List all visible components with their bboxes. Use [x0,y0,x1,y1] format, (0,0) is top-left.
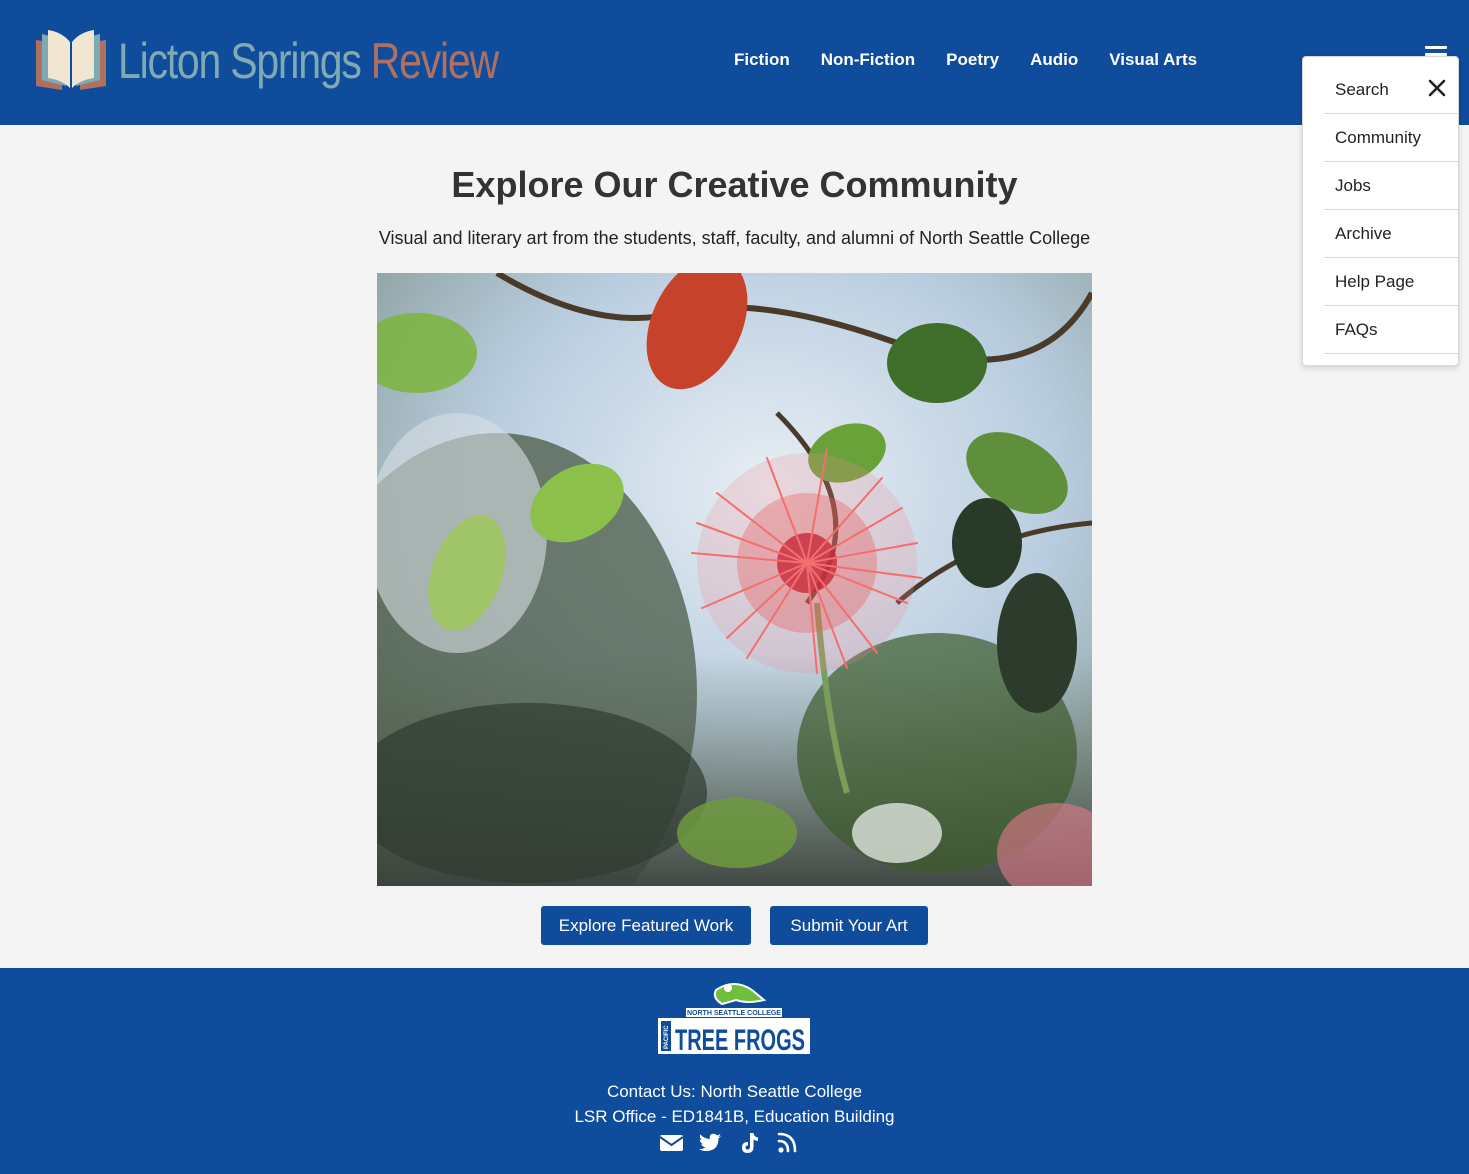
site-header: Licton Springs Review Fiction Non-Fictio… [0,0,1469,125]
rss-icon[interactable] [776,1131,801,1155]
page-title: Explore Our Creative Community [451,164,1018,205]
menu-item-help-page[interactable]: Help Page [1324,258,1458,306]
tree-frogs-logo-side-text: PACIFIC [664,1025,670,1049]
menu-item-label: Search [1335,79,1389,99]
tree-frogs-logo-main-text: TREE FROGS [675,1024,805,1057]
hero-image [377,273,1092,886]
logo-word-review: Review [370,33,499,89]
menu-item-label: Community [1335,127,1421,147]
nav-non-fiction[interactable]: Non-Fiction [821,50,915,70]
close-icon[interactable] [1428,79,1446,97]
contact-line-1: Contact Us: North Seattle College [606,1082,863,1101]
twitter-icon[interactable] [698,1131,723,1155]
site-footer: NORTH SEATTLE COLLEGE PACIFIC TREE FROGS… [0,968,1469,1174]
contact-line-2: LSR Office - ED1841B, Education Building [574,1107,895,1126]
logo-word-licton: Licton [118,33,221,89]
nav-visual-arts[interactable]: Visual Arts [1109,50,1197,70]
site-logo-text: Licton Springs Review [118,33,499,89]
envelope-icon[interactable] [659,1131,684,1155]
open-book-icon [36,30,106,90]
tiktok-icon[interactable] [737,1131,762,1155]
dropdown-menu: Search Community Jobs Archive Help Page … [1302,56,1459,366]
submit-your-art-button[interactable]: Submit Your Art [770,906,928,945]
nav-poetry[interactable]: Poetry [946,50,999,70]
menu-item-faqs[interactable]: FAQs [1324,306,1458,354]
logo-word-springs: Springs [230,33,362,89]
menu-item-label: Help Page [1335,271,1415,291]
tree-frogs-logo-top-text: NORTH SEATTLE COLLEGE [687,1010,781,1017]
main-nav: Fiction Non-Fiction Poetry Audio Visual … [734,50,1228,70]
social-links [659,1131,801,1155]
tree-frogs-logo[interactable]: NORTH SEATTLE COLLEGE PACIFIC TREE FROGS [656,980,812,1062]
site-logo[interactable]: Licton Springs Review [32,26,581,96]
menu-item-community[interactable]: Community [1324,114,1458,162]
flower-photo [377,273,1092,886]
explore-featured-work-button[interactable]: Explore Featured Work [541,906,751,945]
page-subtitle: Visual and literary art from the student… [378,228,1091,248]
nav-audio[interactable]: Audio [1030,50,1078,70]
menu-item-label: FAQs [1335,319,1378,339]
nav-fiction[interactable]: Fiction [734,50,790,70]
